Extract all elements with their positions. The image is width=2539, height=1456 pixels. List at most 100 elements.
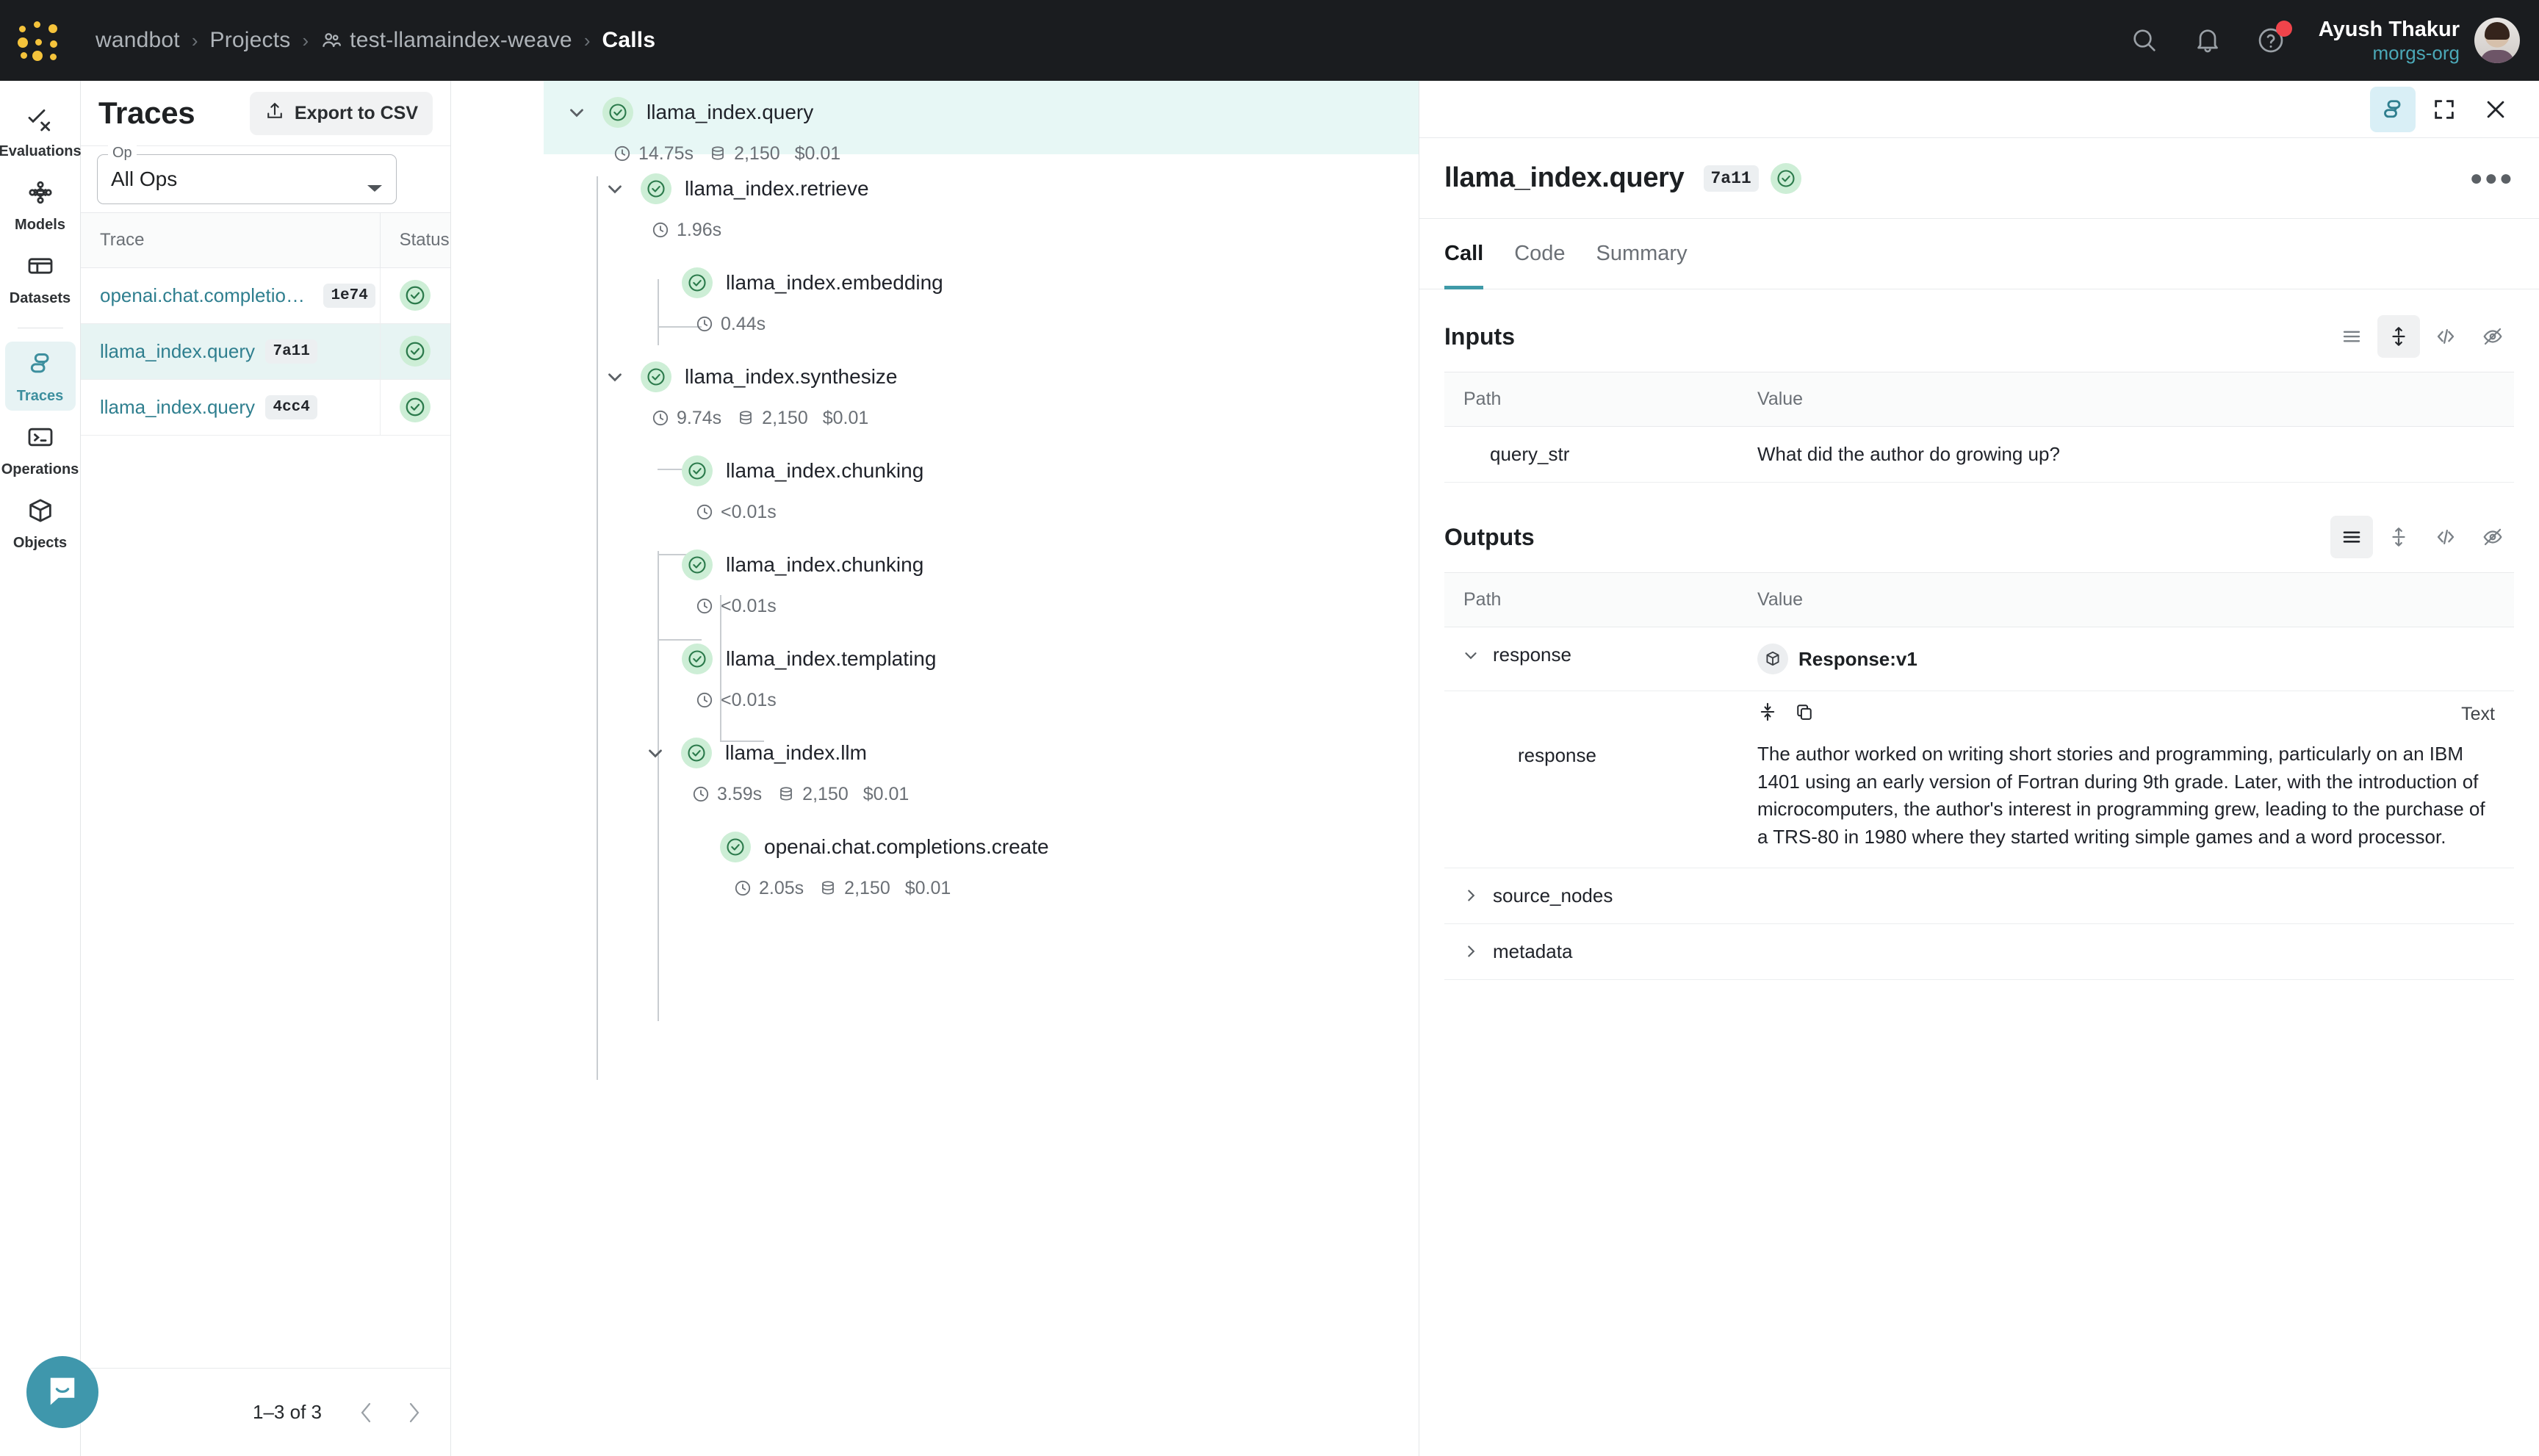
datasets-icon [26, 251, 55, 284]
chevron-right-icon[interactable] [1461, 942, 1481, 961]
hide-icon[interactable] [2471, 315, 2514, 358]
sidebar-item-label: Operations [1, 461, 79, 478]
tab-call[interactable]: Call [1444, 219, 1483, 289]
tree-node-row[interactable]: llama_index.chunking <0.01s [544, 436, 1419, 530]
code-view-icon[interactable] [2424, 315, 2467, 358]
output-value-cell [1738, 923, 2514, 979]
fullscreen-icon[interactable] [2421, 87, 2467, 132]
trace-name-link[interactable]: llama_index.query [100, 396, 255, 419]
tab-code[interactable]: Code [1514, 219, 1565, 289]
intercom-chat-button[interactable] [26, 1356, 98, 1428]
traces-layers-icon[interactable] [2370, 87, 2416, 132]
search-icon[interactable] [2120, 16, 2169, 65]
tree-node-row[interactable]: llama_index.embedding 0.44s [544, 248, 1419, 342]
table-row[interactable]: llama_index.query 4cc4 [81, 379, 450, 435]
chevron-down-icon[interactable] [564, 100, 589, 125]
column-header-value: Value [1738, 372, 2514, 427]
hide-icon[interactable] [2471, 516, 2514, 558]
left-sidebar: Evaluations Models Datasets [0, 81, 81, 1456]
table-row[interactable]: llama_index.query 7a11 [81, 323, 450, 379]
sidebar-item-label: Models [15, 217, 65, 234]
tree-node-row[interactable]: llama_index.retrieve 1.96s [544, 154, 1419, 248]
tree-node-row[interactable]: openai.chat.completions.create 2.05s 2,1… [544, 812, 1419, 907]
help-icon[interactable] [2247, 16, 2295, 65]
sidebar-item-operations[interactable]: Operations [5, 415, 76, 484]
pagination-label: 1–3 of 3 [253, 1401, 322, 1424]
response-value-cell: Text The author worked on writing short … [1738, 691, 2514, 868]
bell-icon[interactable] [2183, 16, 2232, 65]
tree-node-row[interactable]: llama_index.query 14.75s 2,150 $0.01 [544, 81, 1419, 154]
sidebar-item-datasets[interactable]: Datasets [5, 244, 76, 313]
inputs-table: Path Value query_str What did the author… [1444, 372, 2514, 483]
status-cell [380, 323, 450, 379]
op-filter-row: Op All Ops [81, 145, 450, 213]
table-row[interactable]: response Response:v1 [1444, 627, 2514, 691]
expand-rows-icon[interactable] [2377, 516, 2420, 558]
upload-icon [264, 101, 285, 126]
breadcrumb-item-project[interactable]: test-llamaindex-weave [320, 28, 572, 53]
avatar[interactable] [2474, 18, 2520, 63]
tree-node-row[interactable]: llama_index.chunking <0.01s [544, 530, 1419, 624]
object-icon [1757, 644, 1788, 674]
pagination-next-button[interactable] [394, 1393, 433, 1432]
cost-meta: $0.01 [823, 408, 869, 429]
sidebar-item-traces[interactable]: Traces [5, 342, 76, 411]
cost-meta: $0.01 [905, 878, 951, 899]
duration-meta: <0.01s [695, 690, 777, 711]
inputs-toolbar [2330, 315, 2514, 358]
export-to-csv-button[interactable]: Export to CSV [250, 92, 433, 135]
column-header-status[interactable]: Status [380, 213, 450, 267]
table-row[interactable]: metadata [1444, 923, 2514, 979]
chevron-down-icon[interactable] [1461, 646, 1481, 665]
sidebar-item-models[interactable]: Models [5, 170, 76, 239]
output-object-value-cell: Response:v1 [1738, 627, 2514, 691]
status-cell [380, 379, 450, 435]
chevron-down-icon[interactable] [602, 364, 627, 389]
trace-name-link[interactable]: openai.chat.completions.cre… [100, 284, 313, 307]
collapse-icon[interactable] [1757, 702, 1778, 727]
tree-node-name: llama_index.llm [725, 741, 867, 765]
expand-rows-icon[interactable] [2377, 315, 2420, 358]
tree-node-row[interactable]: llama_index.synthesize 9.74s 2,150 $0.01 [544, 342, 1419, 436]
trace-cell: openai.chat.completions.cre… 1e74 [81, 267, 380, 323]
tree-node-name: openai.chat.completions.create [764, 835, 1049, 859]
user-menu[interactable]: Ayush Thakur morgs-org [2319, 17, 2460, 65]
list-view-icon[interactable] [2330, 315, 2373, 358]
sidebar-item-objects[interactable]: Objects [5, 489, 76, 558]
tree-node-row[interactable]: llama_index.llm 3.59s 2,150 $0.01 [544, 718, 1419, 812]
tab-summary[interactable]: Summary [1596, 219, 1688, 289]
status-success-icon [1771, 163, 1801, 194]
table-row[interactable]: openai.chat.completions.cre… 1e74 [81, 267, 450, 323]
wandb-logo[interactable] [16, 17, 63, 64]
duration-meta: 2.05s [733, 878, 804, 899]
tree-node-name: llama_index.retrieve [685, 177, 869, 201]
operations-icon [26, 422, 55, 455]
trace-name-link[interactable]: llama_index.query [100, 340, 255, 363]
tree-node-row[interactable]: llama_index.templating <0.01s [544, 624, 1419, 718]
column-header-trace[interactable]: Trace [81, 213, 380, 267]
outputs-toolbar [2330, 516, 2514, 558]
user-org: morgs-org [2319, 42, 2460, 65]
outputs-title: Outputs [1444, 524, 1535, 551]
pagination-prev-button[interactable] [347, 1393, 386, 1432]
more-options-button[interactable]: ●●● [2470, 166, 2514, 191]
op-select[interactable]: Op All Ops [97, 154, 397, 204]
tree-node-name: llama_index.query [647, 101, 813, 124]
evaluations-icon [26, 104, 55, 137]
status-success-icon [641, 361, 671, 392]
code-view-icon[interactable] [2424, 516, 2467, 558]
object-name[interactable]: Response:v1 [1798, 648, 1917, 671]
sidebar-item-evaluations[interactable]: Evaluations [5, 97, 76, 166]
copy-icon[interactable] [1794, 702, 1815, 727]
chevron-right-icon[interactable] [1461, 886, 1481, 905]
chevron-down-icon[interactable] [643, 740, 668, 765]
breadcrumb-item-projects[interactable]: Projects [210, 28, 291, 53]
input-path: query_str [1444, 427, 1738, 483]
table-row[interactable]: source_nodes [1444, 868, 2514, 923]
breadcrumb-item-calls[interactable]: Calls [602, 28, 656, 53]
output-path-cell: metadata [1444, 923, 1738, 979]
close-icon[interactable] [2473, 87, 2518, 132]
list-view-icon[interactable] [2330, 516, 2373, 558]
breadcrumb-item-entity[interactable]: wandbot [96, 28, 180, 53]
chevron-down-icon[interactable] [602, 176, 627, 201]
